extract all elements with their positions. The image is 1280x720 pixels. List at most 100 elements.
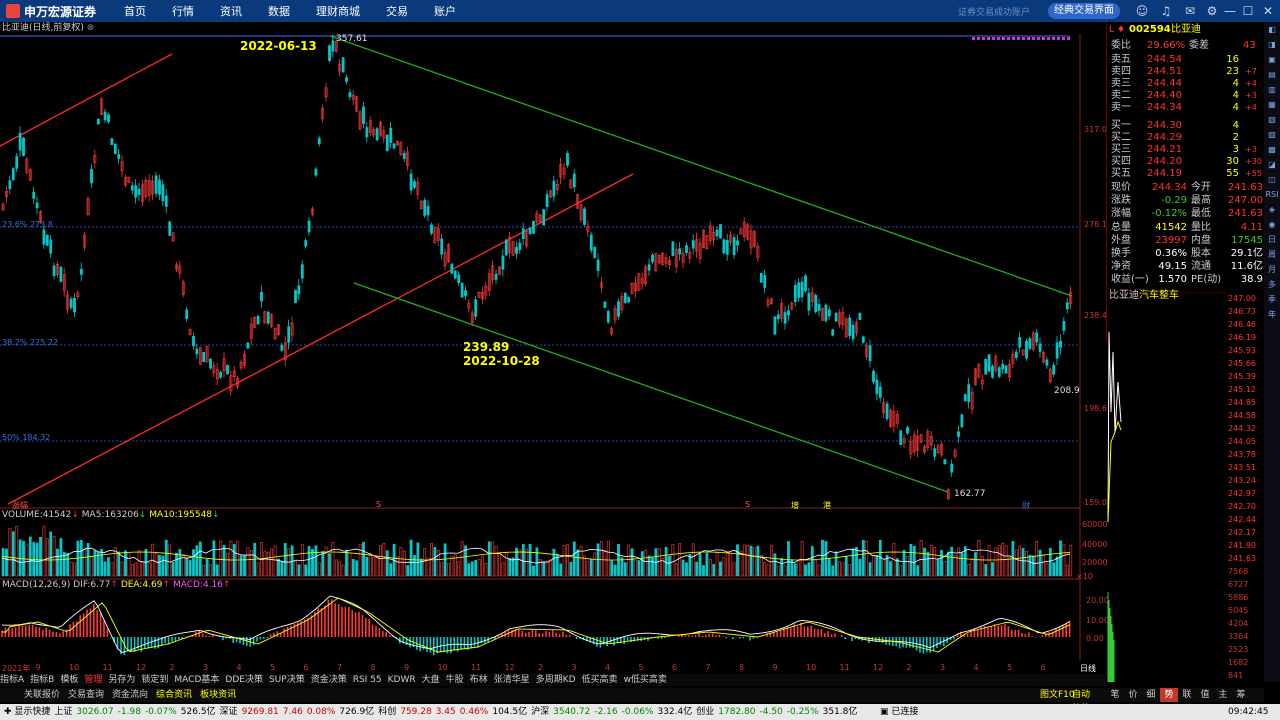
f10-button[interactable]: 图文F10	[1040, 688, 1075, 702]
side-tool-icon[interactable]: ▦	[1264, 98, 1280, 112]
right-tab[interactable]: 筹	[1232, 688, 1250, 702]
right-tab[interactable]: 笔	[1106, 688, 1124, 702]
nav-trade[interactable]: 交易	[386, 3, 408, 19]
indicator-tab[interactable]: 布林	[470, 675, 488, 685]
side-tool-icon[interactable]: ▩	[1264, 143, 1280, 157]
bid-volume: 30	[1226, 156, 1239, 167]
side-tool-icon[interactable]: ▤	[1264, 68, 1280, 82]
indicator-tab[interactable]: 指标A	[0, 675, 24, 685]
side-tool-icon[interactable]: 周	[1264, 248, 1280, 262]
right-tab[interactable]: 价	[1124, 688, 1142, 702]
side-tool-icon[interactable]: ◨	[1264, 38, 1280, 52]
indicator-tab[interactable]: w低买高卖	[624, 675, 667, 685]
indicator-tab[interactable]: 多周期KD	[536, 675, 576, 685]
indicator-tab[interactable]: RSI 55	[353, 675, 382, 685]
index-name[interactable]: 上证	[54, 707, 72, 717]
maximize-icon[interactable]: ☐	[1240, 3, 1256, 19]
right-tab[interactable]: 势	[1160, 688, 1178, 702]
indicator-tab[interactable]: 资金决策	[311, 675, 347, 685]
ask-row[interactable]: 卖二 244.40 4 +3	[1107, 90, 1265, 102]
nav-news[interactable]: 资讯	[220, 3, 242, 19]
info-tab[interactable]: 板块资讯	[200, 690, 236, 700]
indicator-tab[interactable]: KDWR	[388, 675, 416, 685]
nav-home[interactable]: 首页	[124, 3, 146, 19]
candle-body	[195, 348, 199, 355]
info-tab[interactable]: 关联报价	[24, 690, 60, 700]
side-tool-icon[interactable]: 日	[1264, 233, 1280, 247]
quick-toggle[interactable]: ✚ 显示快捷	[4, 707, 50, 717]
nav-wealth[interactable]: 理财商城	[316, 3, 360, 19]
right-tab[interactable]: 联	[1178, 688, 1196, 702]
indicator-tab[interactable]: 张清华星	[494, 675, 530, 685]
side-tool-icon[interactable]: ◧	[1264, 23, 1280, 37]
indicator-tab[interactable]: 锁定到	[141, 675, 168, 685]
side-tool-icon[interactable]: ◪	[1264, 158, 1280, 172]
info-tab[interactable]: 交易查询	[68, 690, 104, 700]
side-tool-icon[interactable]: ◈	[1264, 203, 1280, 217]
side-tool-icon[interactable]: 季	[1264, 293, 1280, 307]
index-name[interactable]: 创业	[696, 707, 714, 717]
volume-bar	[780, 557, 784, 577]
side-tool-icon[interactable]: ▨	[1264, 128, 1280, 142]
gear-icon[interactable]: ⚙	[1204, 3, 1220, 19]
high-value-label: 357.61	[336, 34, 368, 44]
chat-icon[interactable]: ☺	[1134, 3, 1150, 19]
kline-chart-area[interactable]: 2022-06-13 357.61 239.89 2022-10-28 162.…	[0, 34, 1109, 673]
indicator-tab[interactable]: 低买高卖	[582, 675, 618, 685]
ask-row[interactable]: 卖一 244.34 4 +4	[1107, 102, 1265, 114]
minimize-icon[interactable]: —	[1222, 3, 1238, 19]
stat-row: 涨幅 -0.12% 最低 241.63	[1107, 208, 1265, 220]
close-icon[interactable]: ✕	[1260, 3, 1276, 19]
indicator-tab[interactable]: 大盘	[422, 675, 440, 685]
ask-row[interactable]: 卖三 244.44 4 +4	[1107, 78, 1265, 90]
right-tab[interactable]: 主	[1214, 688, 1232, 702]
bid-row[interactable]: 买一 244.30 4	[1107, 120, 1265, 132]
indicator-tab[interactable]: 牛股	[446, 675, 464, 685]
chart-close-icon[interactable]: ⊗	[87, 23, 95, 33]
candle-body	[722, 239, 726, 254]
side-tool-icon[interactable]: ◉	[1264, 218, 1280, 232]
candle-body	[1028, 338, 1032, 349]
volume-bar	[858, 558, 862, 577]
volume-bar	[899, 565, 903, 577]
candle-body	[542, 209, 546, 226]
side-tool-icon[interactable]: 年	[1264, 308, 1280, 322]
info-tab[interactable]: 资金流向	[112, 690, 148, 700]
headset-icon[interactable]: ♫	[1158, 3, 1174, 19]
indicator-tab[interactable]: 另存为	[108, 675, 135, 685]
volume-bar	[521, 544, 525, 577]
right-tab[interactable]: 细	[1142, 688, 1160, 702]
side-tool-icon[interactable]: RSI	[1264, 188, 1280, 202]
side-tool-icon[interactable]: 多	[1264, 278, 1280, 292]
indicator-tab[interactable]: SUP决策	[269, 675, 305, 685]
side-tool-icon[interactable]: ◫	[1264, 173, 1280, 187]
classic-trade-button[interactable]: 经典交易界面	[1048, 3, 1120, 19]
side-tool-icon[interactable]: 月	[1264, 263, 1280, 277]
bid-row[interactable]: 买四 244.20 30 +30	[1107, 156, 1265, 168]
nav-data[interactable]: 数据	[268, 3, 290, 19]
nav-account[interactable]: 账户	[434, 3, 456, 19]
bid-row[interactable]: 买三 244.21 3 +3	[1107, 144, 1265, 156]
bid-row[interactable]: 买二 244.29 2	[1107, 132, 1265, 144]
mail-icon[interactable]: ✉	[1182, 3, 1198, 19]
indicator-tab[interactable]: 模板	[60, 675, 78, 685]
indicator-tab[interactable]: 管理	[84, 675, 102, 685]
indicator-tab[interactable]: MACD基本	[174, 675, 219, 685]
index-name[interactable]: 深证	[220, 707, 238, 717]
ask-row[interactable]: 卖四 244.51 23 +7	[1107, 66, 1265, 78]
index-name[interactable]: 沪深	[531, 707, 549, 717]
index-name[interactable]: 科创	[378, 707, 396, 717]
indicator-tab[interactable]: 指标B	[30, 675, 54, 685]
stat-label: PE(动)	[1191, 274, 1222, 286]
side-tool-icon[interactable]: ▧	[1264, 113, 1280, 127]
indicator-tab[interactable]: DDE决策	[225, 675, 263, 685]
bid-row[interactable]: 买五 244.19 55 +55	[1107, 168, 1265, 180]
info-tab[interactable]: 综合资讯	[156, 690, 192, 700]
x-axis-label: 5	[638, 663, 644, 672]
side-tool-icon[interactable]: ▣	[1264, 53, 1280, 67]
nav-market[interactable]: 行情	[172, 3, 194, 19]
ask-row[interactable]: 卖五 244.54 16	[1107, 54, 1265, 66]
volume-bar	[141, 561, 144, 577]
side-tool-icon[interactable]: ▥	[1264, 83, 1280, 97]
right-tab[interactable]: 值	[1196, 688, 1214, 702]
